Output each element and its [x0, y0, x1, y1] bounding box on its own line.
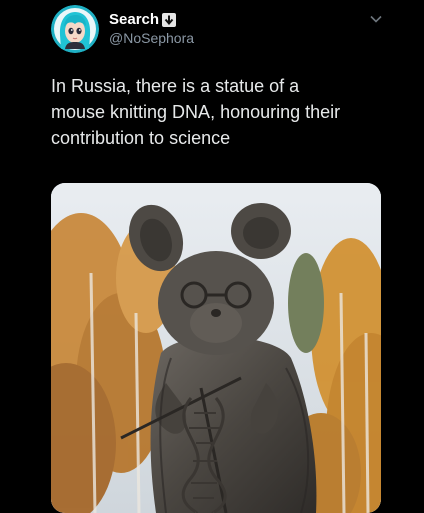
- avatar[interactable]: [51, 5, 99, 53]
- tweet-text-line: contribution to science: [51, 128, 231, 148]
- mouse-statue-photo-icon: [51, 183, 381, 513]
- tweet-text-line: In Russia, there is a statue of a: [51, 76, 300, 96]
- author-name-row[interactable]: Search: [109, 11, 177, 29]
- tweet: Search @NoSephora In Russia, there is a …: [0, 0, 424, 513]
- display-name[interactable]: Search: [109, 11, 159, 29]
- author-handle[interactable]: @NoSephora: [109, 30, 194, 47]
- chevron-down-icon[interactable]: [369, 12, 383, 26]
- tweet-text: In Russia, there is a statue of a mouse …: [51, 73, 391, 151]
- tweet-photo[interactable]: [51, 183, 381, 513]
- tweet-text-line: mouse knitting DNA, honouring their: [51, 102, 341, 122]
- cartoon-girl-avatar-icon: [51, 5, 99, 53]
- download-arrow-icon: [162, 13, 177, 27]
